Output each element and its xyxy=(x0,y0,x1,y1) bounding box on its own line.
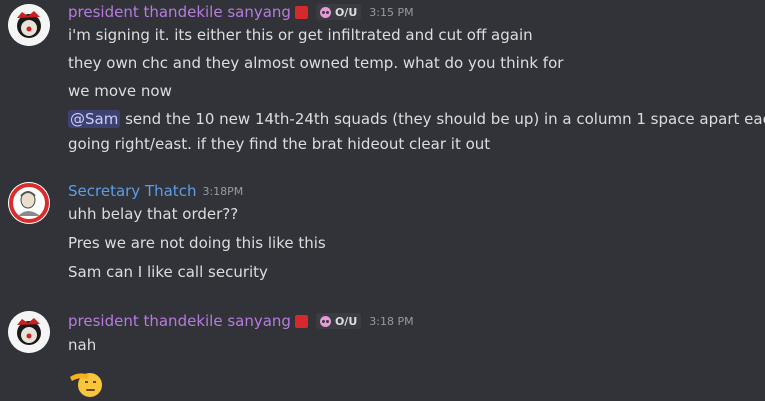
message-text: uhh belay that order?? xyxy=(68,205,239,223)
skull-icon xyxy=(319,6,331,18)
message-header: president thandekile sanyang O/U 3:15 PM xyxy=(68,2,414,22)
saluting-face-emoji-icon[interactable] xyxy=(67,368,107,398)
role-badge[interactable]: O/U xyxy=(315,313,362,329)
message-header: Secretary Thatch 3:18PM xyxy=(68,181,243,201)
message-text: Pres we are not doing this like this xyxy=(68,234,326,252)
message-text: Sam can I like call security xyxy=(68,263,268,281)
avatar[interactable] xyxy=(8,311,50,353)
timestamp[interactable]: 3:18PM xyxy=(202,185,243,198)
message-text-fragment: send the 10 new 14th-24th squads (they s… xyxy=(120,110,765,128)
avatar-clown-icon xyxy=(8,311,50,353)
message-text: i'm signing it. its either this or get i… xyxy=(68,26,533,44)
message-header: president thandekile sanyang O/U 3:18 PM xyxy=(68,311,414,331)
skull-icon xyxy=(319,315,331,327)
role-badge-label: O/U xyxy=(334,314,358,328)
message-text: nah xyxy=(68,336,97,354)
message-text: they own chc and they almost owned temp.… xyxy=(68,54,564,72)
avatar-clown-icon xyxy=(8,4,50,46)
timestamp[interactable]: 3:15 PM xyxy=(369,6,413,19)
avatar[interactable] xyxy=(8,182,50,224)
username[interactable]: Secretary Thatch xyxy=(68,182,196,200)
username[interactable]: president thandekile sanyang xyxy=(68,312,291,330)
message-text: we move now xyxy=(68,82,172,100)
role-badge-label: O/U xyxy=(334,5,358,19)
username[interactable]: president thandekile sanyang xyxy=(68,3,291,21)
message-text: going right/east. if they find the brat … xyxy=(68,135,491,153)
role-badge[interactable]: O/U xyxy=(315,4,362,20)
flag-icon xyxy=(294,314,308,328)
avatar[interactable] xyxy=(8,4,50,46)
avatar-portrait-icon xyxy=(8,182,50,224)
flag-icon xyxy=(294,5,308,19)
user-mention[interactable]: @Sam xyxy=(68,110,121,128)
message-text: @Sam send the 10 new 14th-24th squads (t… xyxy=(68,110,765,128)
timestamp[interactable]: 3:18 PM xyxy=(369,315,413,328)
